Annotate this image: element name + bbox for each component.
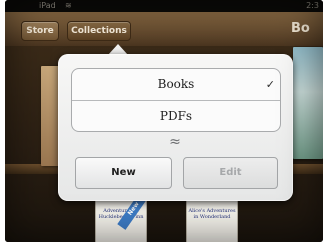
new-collection-button[interactable]: New [75, 157, 172, 189]
resize-grip-icon[interactable]: ≈ [157, 135, 191, 149]
book-alice-in-wonderland[interactable]: Alice's Adventures in Wonderland [186, 197, 238, 242]
collection-label: Books [157, 77, 195, 91]
store-button[interactable]: Store [21, 21, 59, 41]
carrier-label: iPad [39, 1, 56, 10]
clock-label: 2:3 [306, 1, 319, 10]
book-cover[interactable] [293, 47, 323, 159]
status-bar: iPad ≋ 2:3 [5, 0, 323, 12]
collections-list: Books ✓ PDFs [71, 68, 281, 132]
edit-button[interactable]: Edit [183, 157, 278, 189]
collection-row-pdfs[interactable]: PDFs [72, 100, 280, 131]
page-title: Bo [291, 21, 310, 36]
collection-row-books[interactable]: Books ✓ [72, 69, 280, 100]
wifi-icon: ≋ [65, 1, 72, 10]
book-huckleberry-finn[interactable]: Adventures of Huckleberry Finn New [95, 197, 147, 242]
checkmark-icon: ✓ [265, 78, 275, 91]
collections-button[interactable]: Collections [67, 21, 131, 41]
ibooks-screen: iPad ≋ 2:3 Store Collections Bo Adventur… [5, 0, 323, 242]
collection-label: PDFs [159, 109, 193, 123]
book-title: Alice's Adventures in Wonderland [188, 208, 236, 220]
toolbar: Store Collections Bo [5, 12, 323, 47]
